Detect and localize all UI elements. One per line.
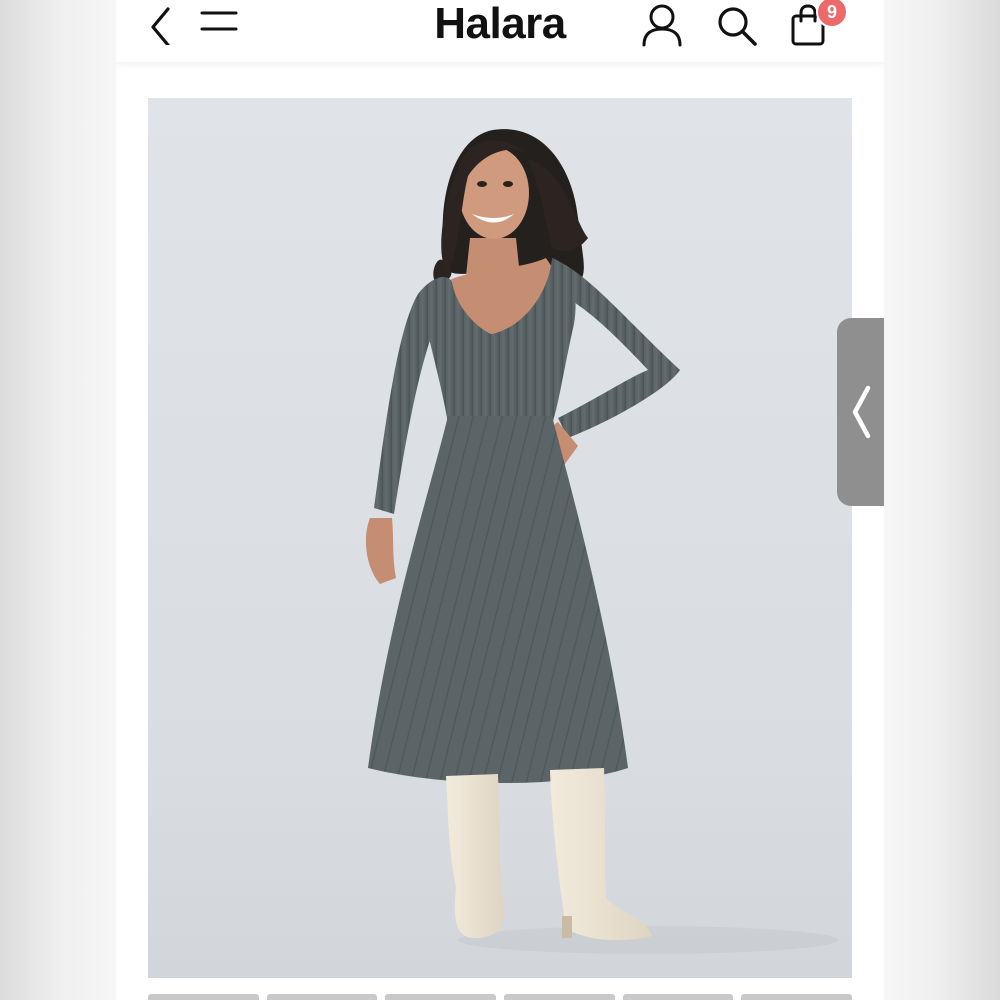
menu-button[interactable] (198, 0, 240, 50)
product-image-gallery[interactable] (148, 98, 852, 978)
thumbnail[interactable] (266, 994, 378, 1000)
thumbnail[interactable] (622, 994, 734, 1000)
thumbnail[interactable] (504, 994, 615, 1000)
thumbnail[interactable] (148, 994, 259, 1000)
cart-count-badge: 9 (816, 0, 848, 28)
top-nav-bar: Halara 9 (116, 0, 884, 62)
thumbnail-strip (148, 994, 853, 1000)
thumbnail[interactable] (741, 994, 853, 1000)
account-button[interactable] (638, 0, 686, 50)
product-photo (148, 98, 852, 978)
user-icon (642, 4, 682, 47)
thumbnail[interactable] (385, 994, 497, 1000)
hamburger-menu-icon (200, 11, 238, 31)
mobile-page: Halara 9 (116, 0, 884, 1000)
chevron-left-icon (151, 7, 170, 45)
chevron-left-icon (852, 385, 870, 439)
search-button[interactable] (714, 0, 760, 50)
search-icon (718, 7, 757, 46)
back-button[interactable] (140, 0, 180, 50)
side-drawer-tab[interactable] (837, 318, 884, 506)
